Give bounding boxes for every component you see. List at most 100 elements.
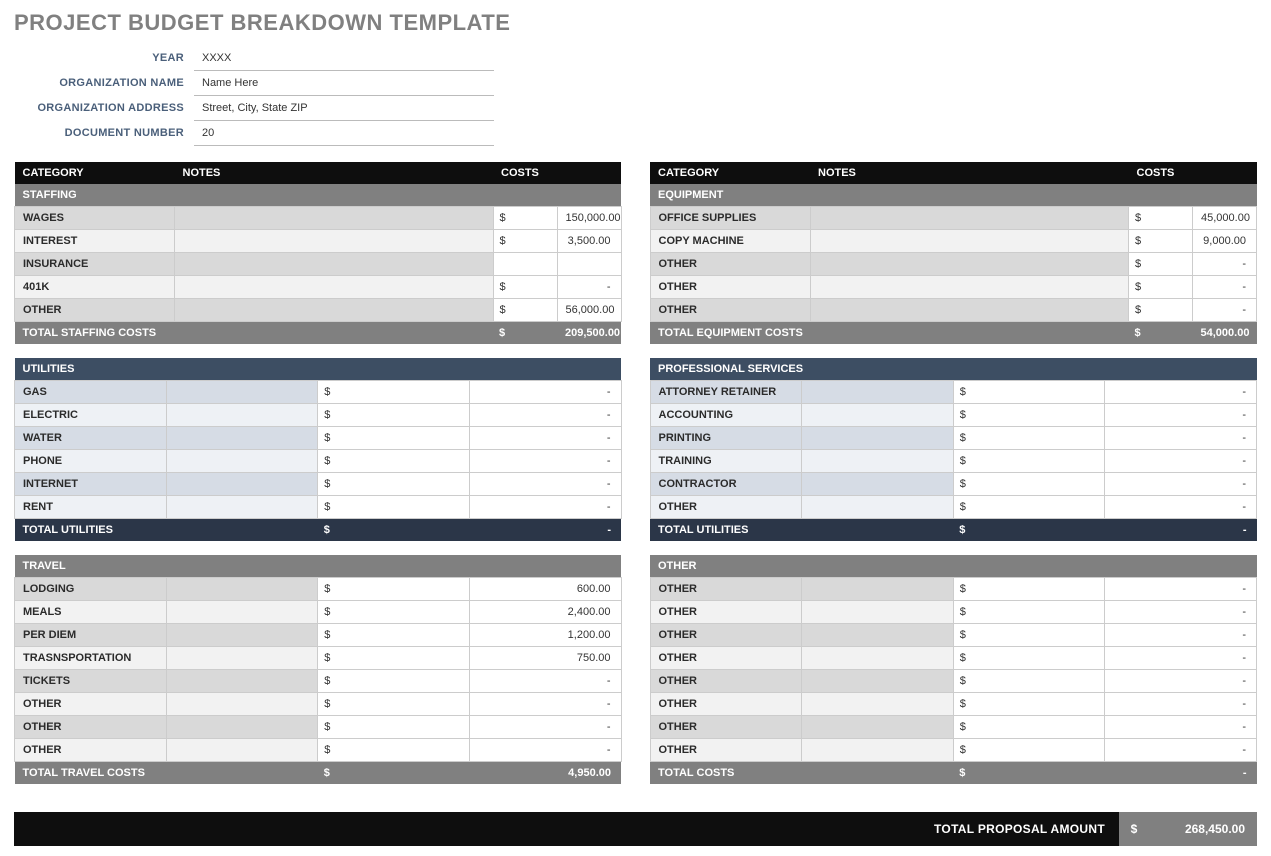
row-notes[interactable] xyxy=(802,739,954,762)
row-amount[interactable]: - xyxy=(1105,450,1257,473)
row-amount[interactable]: 750.00 xyxy=(469,647,621,670)
row-notes[interactable] xyxy=(802,496,954,519)
row-name[interactable]: OTHER xyxy=(650,647,802,670)
row-name[interactable]: OTHER xyxy=(15,693,167,716)
row-amount[interactable]: - xyxy=(1105,427,1257,450)
row-amount[interactable]: - xyxy=(469,404,621,427)
row-name[interactable]: 401K xyxy=(15,276,175,299)
row-amount[interactable]: - xyxy=(1105,693,1257,716)
row-amount[interactable]: - xyxy=(557,276,621,299)
row-name[interactable]: GAS xyxy=(15,381,167,404)
row-name[interactable]: TRAINING xyxy=(650,450,802,473)
row-amount[interactable]: - xyxy=(1105,578,1257,601)
row-notes[interactable] xyxy=(802,404,954,427)
row-name[interactable]: OTHER xyxy=(650,276,810,299)
row-notes[interactable] xyxy=(802,647,954,670)
row-notes[interactable] xyxy=(802,381,954,404)
row-amount[interactable]: 1,200.00 xyxy=(469,624,621,647)
row-amount[interactable]: - xyxy=(469,739,621,762)
row-notes[interactable] xyxy=(166,624,318,647)
row-amount[interactable]: 150,000.00 xyxy=(557,207,621,230)
row-notes[interactable] xyxy=(166,473,318,496)
row-name[interactable]: ELECTRIC xyxy=(15,404,167,427)
row-notes[interactable] xyxy=(810,230,1129,253)
row-notes[interactable] xyxy=(166,381,318,404)
row-name[interactable]: INTERNET xyxy=(15,473,167,496)
row-amount[interactable]: 600.00 xyxy=(469,578,621,601)
row-notes[interactable] xyxy=(802,450,954,473)
row-notes[interactable] xyxy=(166,670,318,693)
row-notes[interactable] xyxy=(802,716,954,739)
row-name[interactable]: OTHER xyxy=(15,739,167,762)
row-amount[interactable]: 9,000.00 xyxy=(1193,230,1257,253)
row-name[interactable]: PHONE xyxy=(15,450,167,473)
row-name[interactable]: OTHER xyxy=(650,624,802,647)
row-name[interactable]: CONTRACTOR xyxy=(650,473,802,496)
row-name[interactable]: OTHER xyxy=(650,299,810,322)
row-name[interactable]: OTHER xyxy=(15,299,175,322)
row-amount[interactable]: 56,000.00 xyxy=(557,299,621,322)
row-name[interactable]: OTHER xyxy=(650,739,802,762)
row-name[interactable]: WATER xyxy=(15,427,167,450)
row-amount[interactable]: - xyxy=(1105,670,1257,693)
row-amount[interactable]: - xyxy=(1193,299,1257,322)
row-amount[interactable]: 2,400.00 xyxy=(469,601,621,624)
row-notes[interactable] xyxy=(175,207,494,230)
meta-org-name-value[interactable]: Name Here xyxy=(194,71,494,96)
row-amount[interactable]: - xyxy=(1105,647,1257,670)
row-amount[interactable]: - xyxy=(1105,601,1257,624)
row-notes[interactable] xyxy=(175,230,494,253)
row-notes[interactable] xyxy=(810,207,1129,230)
row-name[interactable]: PRINTING xyxy=(650,427,802,450)
meta-year-value[interactable]: XXXX xyxy=(194,46,494,71)
row-notes[interactable] xyxy=(166,450,318,473)
row-name[interactable]: OFFICE SUPPLIES xyxy=(650,207,810,230)
row-amount[interactable]: - xyxy=(469,496,621,519)
row-notes[interactable] xyxy=(166,693,318,716)
row-amount[interactable]: - xyxy=(469,473,621,496)
row-amount[interactable]: - xyxy=(1105,473,1257,496)
row-amount[interactable]: - xyxy=(1193,276,1257,299)
row-name[interactable]: LODGING xyxy=(15,578,167,601)
row-notes[interactable] xyxy=(175,276,494,299)
row-amount[interactable]: - xyxy=(1105,739,1257,762)
row-notes[interactable] xyxy=(175,299,494,322)
row-name[interactable]: OTHER xyxy=(650,496,802,519)
row-notes[interactable] xyxy=(166,404,318,427)
row-name[interactable]: ACCOUNTING xyxy=(650,404,802,427)
row-name[interactable]: INSURANCE xyxy=(15,253,175,276)
row-amount[interactable]: - xyxy=(1105,624,1257,647)
row-amount[interactable] xyxy=(557,253,621,276)
row-amount[interactable]: - xyxy=(1105,404,1257,427)
row-notes[interactable] xyxy=(166,496,318,519)
row-notes[interactable] xyxy=(810,253,1129,276)
row-amount[interactable]: - xyxy=(469,670,621,693)
row-notes[interactable] xyxy=(810,299,1129,322)
row-name[interactable]: TICKETS xyxy=(15,670,167,693)
row-amount[interactable]: - xyxy=(1105,381,1257,404)
row-notes[interactable] xyxy=(166,427,318,450)
meta-org-addr-value[interactable]: Street, City, State ZIP xyxy=(194,96,494,121)
row-notes[interactable] xyxy=(802,670,954,693)
row-amount[interactable]: - xyxy=(469,716,621,739)
row-notes[interactable] xyxy=(802,601,954,624)
row-name[interactable]: OTHER xyxy=(650,578,802,601)
row-name[interactable]: INTEREST xyxy=(15,230,175,253)
row-name[interactable]: OTHER xyxy=(650,601,802,624)
row-amount[interactable]: - xyxy=(1105,716,1257,739)
row-name[interactable]: OTHER xyxy=(15,716,167,739)
row-name[interactable]: OTHER xyxy=(650,716,802,739)
row-name[interactable]: OTHER xyxy=(650,670,802,693)
row-name[interactable]: ATTORNEY RETAINER xyxy=(650,381,802,404)
row-amount[interactable]: 45,000.00 xyxy=(1193,207,1257,230)
row-amount[interactable]: - xyxy=(469,450,621,473)
row-notes[interactable] xyxy=(166,601,318,624)
row-name[interactable]: COPY MACHINE xyxy=(650,230,810,253)
row-notes[interactable] xyxy=(166,578,318,601)
row-notes[interactable] xyxy=(802,578,954,601)
row-name[interactable]: TRASNSPORTATION xyxy=(15,647,167,670)
row-amount[interactable]: - xyxy=(469,693,621,716)
row-notes[interactable] xyxy=(166,716,318,739)
row-amount[interactable]: 3,500.00 xyxy=(557,230,621,253)
row-notes[interactable] xyxy=(802,693,954,716)
